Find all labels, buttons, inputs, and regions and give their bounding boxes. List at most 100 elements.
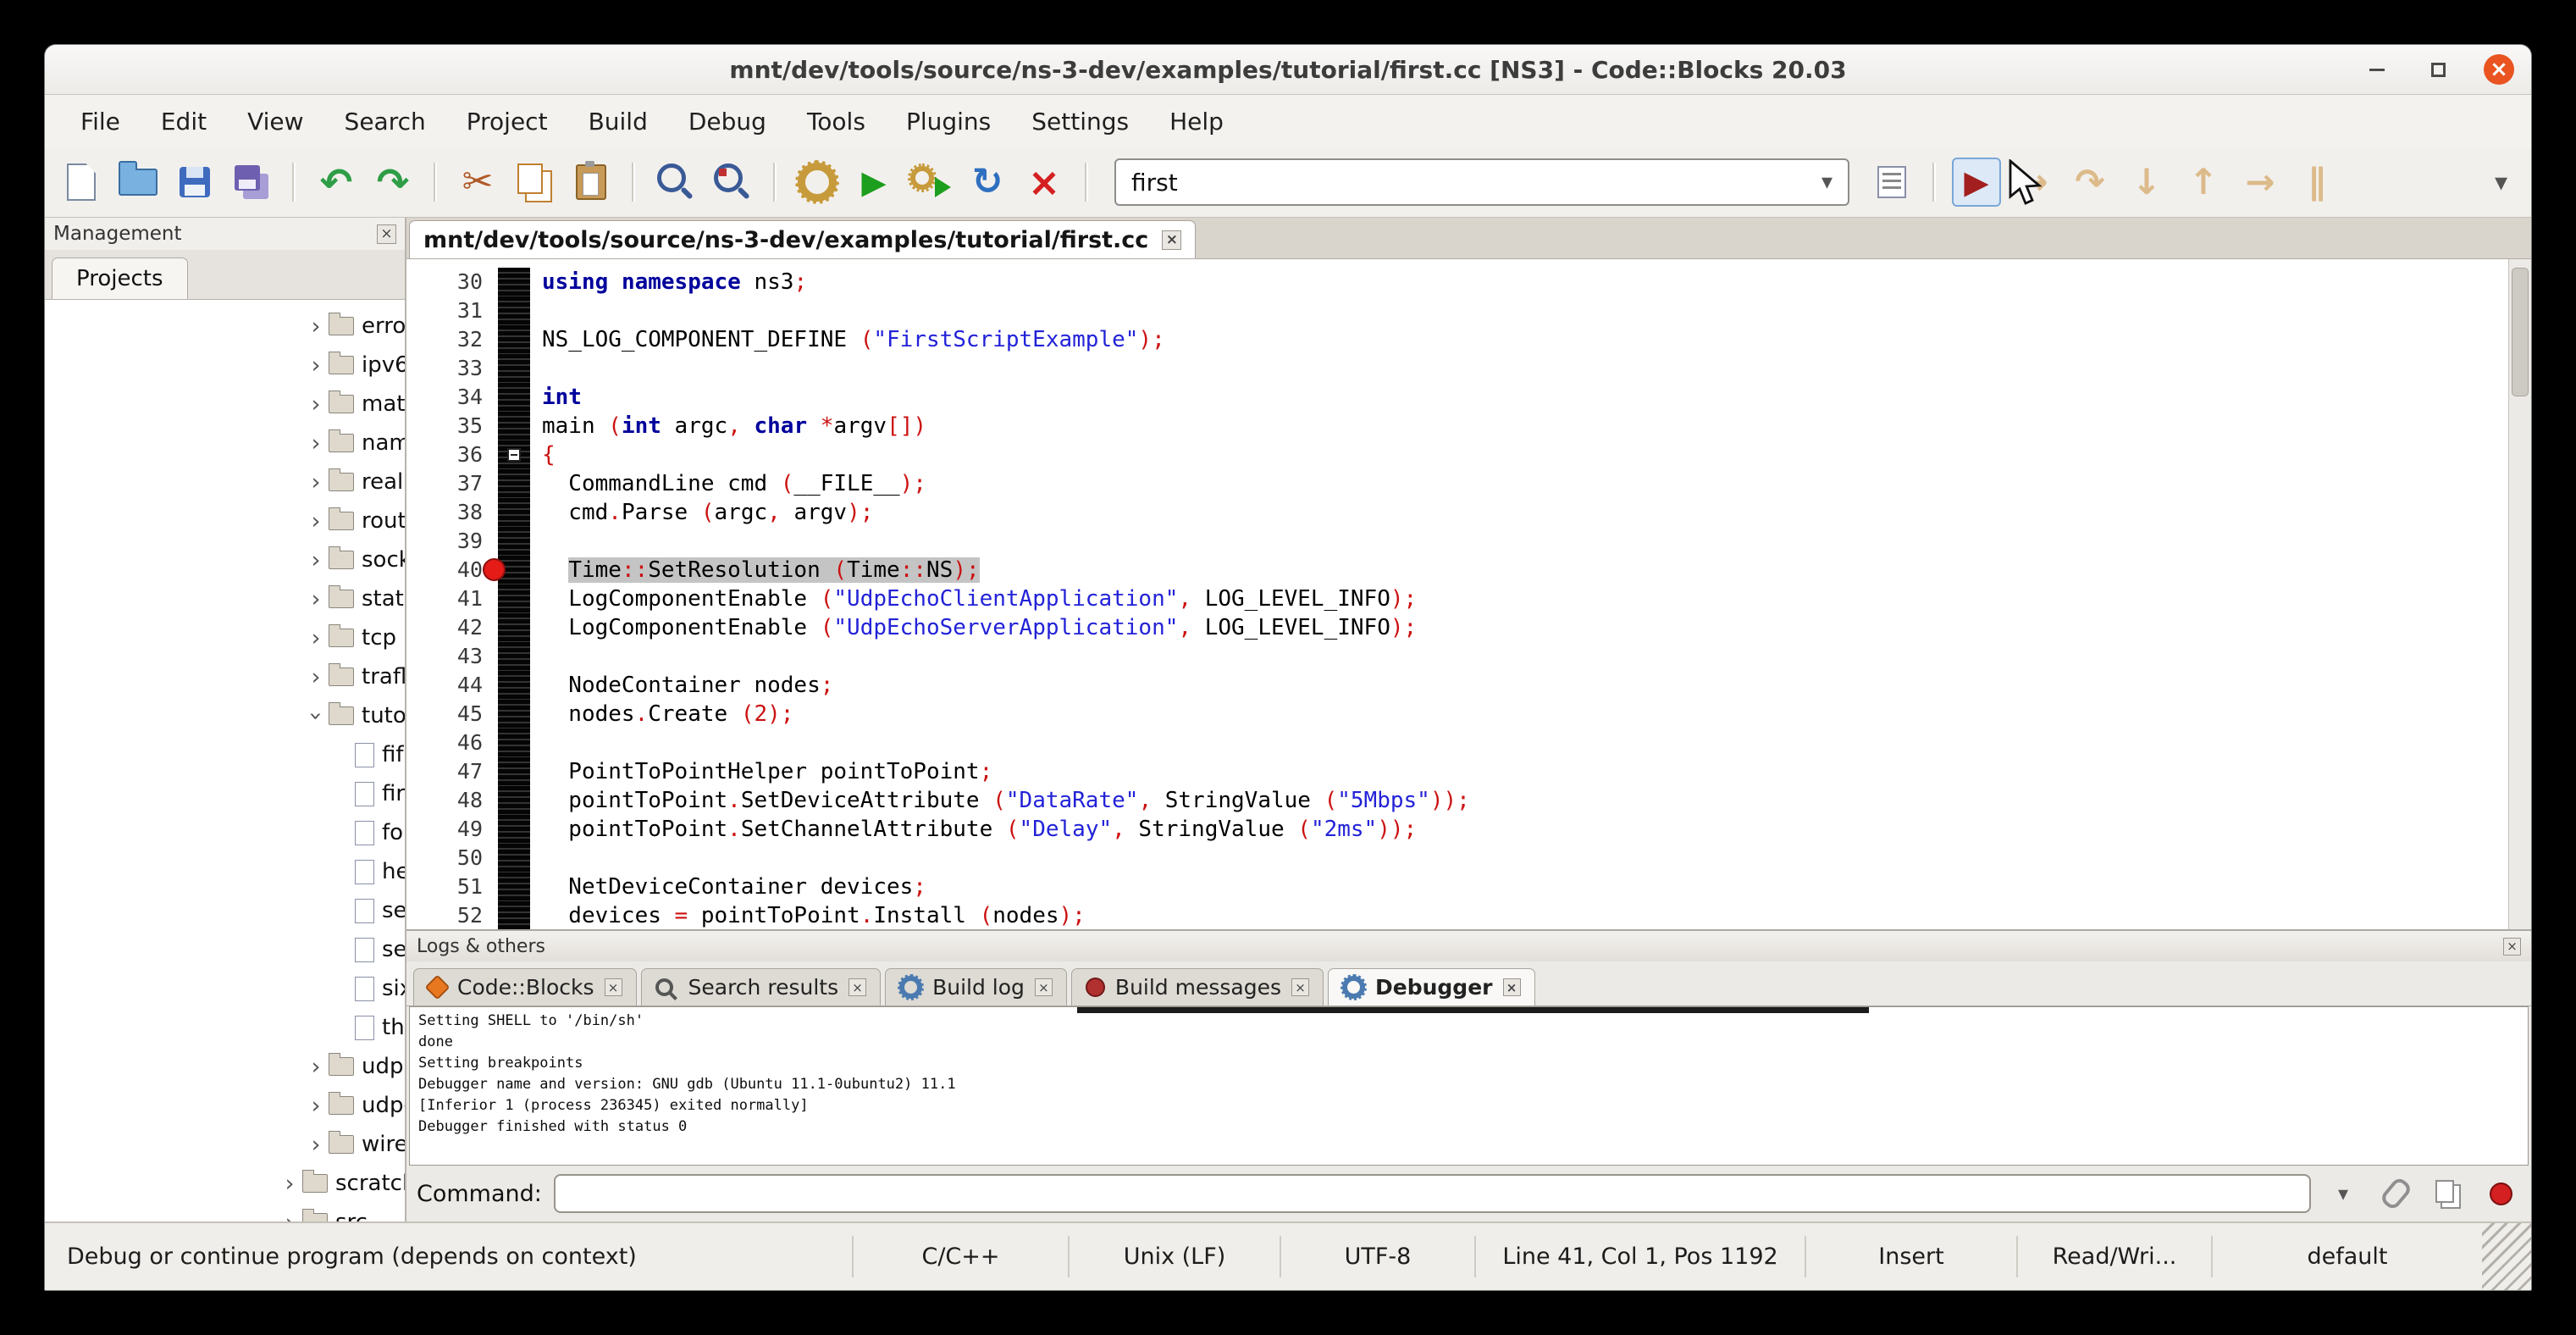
- chevron-icon[interactable]: ›: [277, 1171, 302, 1197]
- tree-item-wire[interactable]: ›wire: [45, 1125, 405, 1164]
- code-area[interactable]: 30using namespace ns3;3132NS_LOG_COMPONE…: [406, 259, 2531, 929]
- open-button[interactable]: [113, 158, 163, 207]
- menu-search[interactable]: Search: [324, 95, 446, 147]
- tab-close-icon[interactable]: ×: [1291, 978, 1309, 996]
- toolbar-search-combo[interactable]: first▾: [1114, 158, 1849, 206]
- stop-debugger-button[interactable]: [2480, 1173, 2521, 1214]
- build-button[interactable]: [793, 158, 842, 207]
- command-input[interactable]: [554, 1174, 2311, 1213]
- find-button[interactable]: [651, 158, 700, 207]
- run-button[interactable]: ▶: [849, 158, 898, 207]
- logs-tab-build-messages[interactable]: Build messages×: [1071, 968, 1324, 1005]
- tab-close-icon[interactable]: ×: [1503, 978, 1521, 996]
- save-button[interactable]: [170, 158, 219, 207]
- chevron-icon[interactable]: ›: [303, 352, 329, 379]
- chevron-icon[interactable]: ›: [303, 1132, 329, 1158]
- tab-projects[interactable]: Projects: [52, 258, 188, 299]
- chevron-icon[interactable]: ›: [303, 1093, 329, 1119]
- menu-tools[interactable]: Tools: [787, 95, 886, 147]
- code-line[interactable]: 31: [406, 296, 2531, 325]
- code-line[interactable]: 30using namespace ns3;: [406, 268, 2531, 296]
- undo-button[interactable]: ↶: [312, 158, 361, 207]
- tab-close-icon[interactable]: ×: [849, 978, 866, 996]
- tree-item-erro[interactable]: ›erro: [45, 307, 405, 346]
- step-out-button[interactable]: ↑: [2179, 158, 2228, 207]
- code-line[interactable]: 48 pointToPoint.SetDeviceAttribute ("Dat…: [406, 786, 2531, 815]
- code-line[interactable]: 51 NetDeviceContainer devices;: [406, 872, 2531, 901]
- chevron-icon[interactable]: ›: [303, 703, 329, 728]
- code-line[interactable]: 38 cmd.Parse (argc, argv);: [406, 498, 2531, 527]
- tab-close-icon[interactable]: ×: [605, 978, 622, 996]
- tree-item-src[interactable]: ›src: [45, 1203, 405, 1221]
- attach-button[interactable]: [2375, 1173, 2416, 1214]
- chevron-icon[interactable]: ›: [303, 547, 329, 573]
- build-and-run-button[interactable]: [906, 158, 955, 207]
- abort-button[interactable]: ×: [1020, 158, 1069, 207]
- code-line[interactable]: 41 LogComponentEnable ("UdpEchoClientApp…: [406, 584, 2531, 613]
- tree-item-fir[interactable]: fir: [45, 774, 405, 813]
- chevron-icon[interactable]: ›: [303, 1054, 329, 1080]
- redo-button[interactable]: ↷: [368, 158, 417, 207]
- tree-item-tuto[interactable]: ›tuto: [45, 696, 405, 735]
- code-line[interactable]: 32NS_LOG_COMPONENT_DEFINE ("FirstScriptE…: [406, 325, 2531, 354]
- chevron-down-icon[interactable]: ▾: [1821, 169, 1832, 195]
- command-dropdown-button[interactable]: ▾: [2323, 1173, 2363, 1214]
- breakpoint-icon[interactable]: [483, 558, 506, 581]
- tree-item-reall[interactable]: ›reall: [45, 463, 405, 501]
- chevron-icon[interactable]: ›: [303, 391, 329, 418]
- chevron-icon[interactable]: ›: [303, 430, 329, 457]
- debug-continue-button[interactable]: ▶: [1952, 158, 2001, 207]
- save-all-button[interactable]: [227, 158, 276, 207]
- logs-tab-build-log[interactable]: Build log×: [885, 968, 1067, 1005]
- tree-item-se[interactable]: se: [45, 891, 405, 930]
- menu-build[interactable]: Build: [568, 95, 668, 147]
- tree-item-stat[interactable]: ›stat: [45, 579, 405, 618]
- code-line[interactable]: 40 Time::SetResolution (Time::NS);: [406, 556, 2531, 584]
- cut-button[interactable]: ✂: [453, 158, 502, 207]
- code-line[interactable]: 50: [406, 844, 2531, 872]
- code-line[interactable]: 49 pointToPoint.SetChannelAttribute ("De…: [406, 815, 2531, 844]
- tab-close-icon[interactable]: ×: [1035, 978, 1053, 996]
- tree-item-trafl[interactable]: ›trafl: [45, 657, 405, 696]
- code-line[interactable]: 34int: [406, 383, 2531, 412]
- chevron-icon[interactable]: ›: [303, 625, 329, 651]
- editor-tab[interactable]: mnt/dev/tools/source/ns-3-dev/examples/t…: [409, 220, 1196, 258]
- code-line[interactable]: 37 CommandLine cmd (__FILE__);: [406, 469, 2531, 498]
- tree-item-fif[interactable]: fif: [45, 735, 405, 774]
- fold-marker-icon[interactable]: [507, 448, 521, 462]
- code-line[interactable]: 42 LogComponentEnable ("UdpEchoServerApp…: [406, 613, 2531, 642]
- code-line[interactable]: 35main (int argc, char *argv[]): [406, 412, 2531, 440]
- chevron-icon[interactable]: ›: [303, 664, 329, 690]
- tree-item-udp-[interactable]: ›udp-: [45, 1086, 405, 1125]
- tree-item-six[interactable]: six: [45, 969, 405, 1008]
- code-line[interactable]: 44 NodeContainer nodes;: [406, 671, 2531, 700]
- next-line-button[interactable]: ↷: [2065, 158, 2114, 207]
- minimize-button[interactable]: [2362, 54, 2392, 85]
- title-bar[interactable]: mnt/dev/tools/source/ns-3-dev/examples/t…: [45, 45, 2531, 95]
- code-line[interactable]: 45 nodes.Create (2);: [406, 700, 2531, 728]
- management-close-icon[interactable]: ×: [377, 224, 396, 244]
- logs-tab-search-results[interactable]: Search results×: [641, 968, 882, 1005]
- replace-button[interactable]: [708, 158, 757, 207]
- menu-debug[interactable]: Debug: [668, 95, 787, 147]
- code-line[interactable]: 33: [406, 354, 2531, 383]
- chevron-icon[interactable]: ›: [277, 1210, 302, 1222]
- scrollbar-thumb[interactable]: [2512, 268, 2529, 396]
- rebuild-button[interactable]: ↻: [963, 158, 1012, 207]
- tree-item-rout[interactable]: ›rout: [45, 501, 405, 540]
- next-instruction-button[interactable]: →: [2236, 158, 2285, 207]
- toolbar-overflow-chevron-icon[interactable]: ▾: [2483, 168, 2519, 197]
- chevron-icon[interactable]: ›: [303, 469, 329, 496]
- chevron-icon[interactable]: ›: [303, 586, 329, 612]
- tree-item-ipv6[interactable]: ›ipv6: [45, 346, 405, 385]
- code-line[interactable]: 43: [406, 642, 2531, 671]
- tree-item-scratch[interactable]: ›scratch: [45, 1164, 405, 1203]
- incremental-search-button[interactable]: [1867, 158, 1916, 207]
- menu-settings[interactable]: Settings: [1011, 95, 1149, 147]
- chevron-icon[interactable]: ›: [303, 508, 329, 535]
- menu-help[interactable]: Help: [1149, 95, 1244, 147]
- maximize-button[interactable]: [2423, 54, 2453, 85]
- tree-item-fo[interactable]: fo: [45, 813, 405, 852]
- logs-close-icon[interactable]: ×: [2503, 938, 2521, 956]
- menu-project[interactable]: Project: [446, 95, 568, 147]
